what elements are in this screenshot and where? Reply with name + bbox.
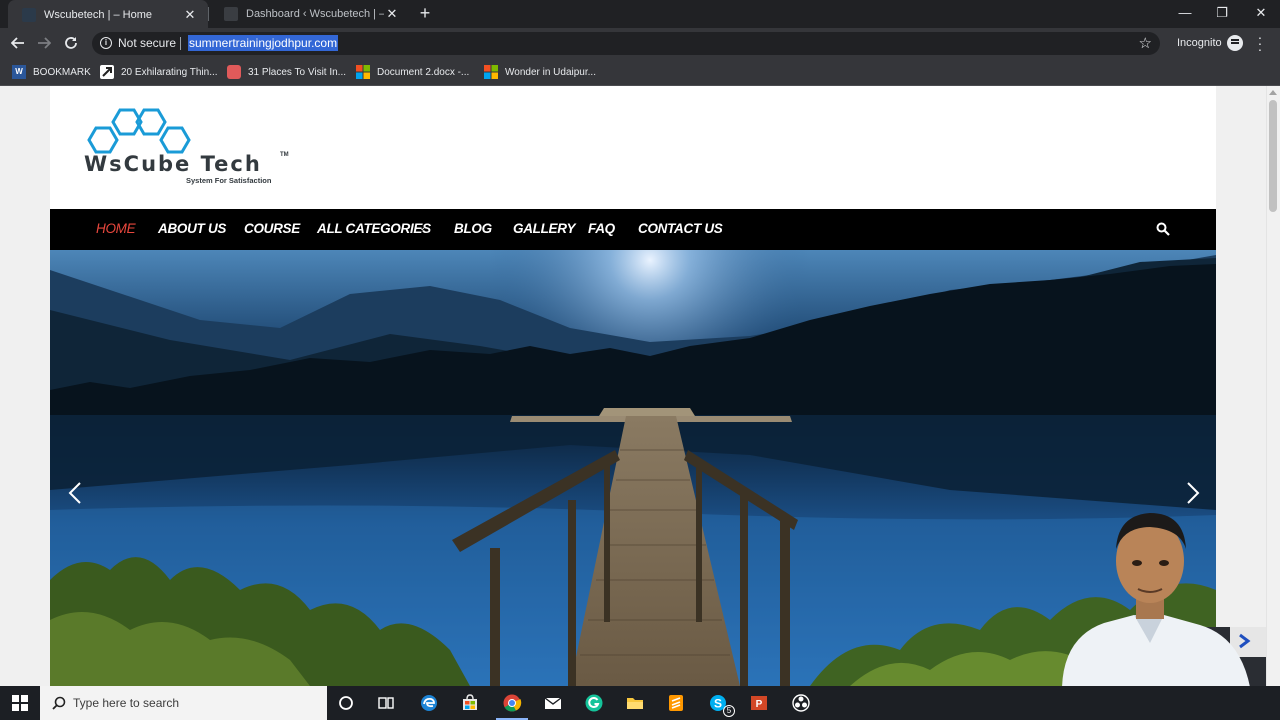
reload-button[interactable]	[60, 32, 82, 54]
nav-blog[interactable]: BLOG	[454, 221, 492, 236]
website: WsCube Tech TM System For Satisfaction H…	[50, 86, 1216, 686]
taskbar-search-box[interactable]: Type here to search	[40, 686, 327, 720]
incognito-icon[interactable]	[1227, 35, 1243, 51]
close-window-button[interactable]: ✕	[1242, 0, 1280, 28]
logo-tagline: System For Satisfaction	[186, 176, 272, 185]
url-text[interactable]: summertrainingjodhpur.com	[188, 35, 339, 51]
back-button[interactable]	[7, 32, 29, 54]
search-icon[interactable]	[1156, 222, 1170, 236]
bookmark-label: BOOKMARK	[33, 66, 91, 78]
nav-all-categories[interactable]: ALL CATEGORIES	[317, 221, 431, 236]
previous-slide-icon[interactable]	[66, 478, 86, 508]
ms-office-favicon-icon	[356, 65, 370, 79]
address-bar[interactable]: i Not secure summertrainingjodhpur.com ☆	[92, 32, 1160, 55]
scroll-up-arrow-icon[interactable]	[1269, 90, 1277, 95]
close-tab-icon[interactable]: ✕	[182, 7, 198, 23]
bookmark-label: 31 Places To Visit In...	[248, 66, 347, 78]
presenter-photo	[1062, 513, 1266, 687]
nav-contact-us[interactable]: CONTACT US	[638, 221, 723, 236]
main-navigation: HOME ABOUT US COURSE ALL CATEGORIES ⌄ BL…	[50, 209, 1216, 250]
ms-office-favicon-icon	[484, 65, 498, 79]
powerpoint-icon[interactable]: P	[749, 693, 769, 713]
lake-dock-photo	[50, 250, 1216, 686]
scroll-thumb[interactable]	[1269, 100, 1277, 212]
arrow-favicon-icon	[100, 65, 114, 79]
tab-title: Wscubetech | – Home	[44, 8, 153, 21]
logo-wordmark: WsCube Tech	[84, 152, 262, 176]
page-scrollbar[interactable]	[1266, 86, 1280, 686]
bookmark-label: Document 2.docx -...	[377, 66, 470, 78]
obs-studio-icon[interactable]	[791, 693, 811, 713]
bookmark-star-icon[interactable]: ☆	[1139, 34, 1152, 52]
start-button[interactable]	[0, 686, 40, 720]
info-icon[interactable]: i	[100, 37, 112, 49]
nav-faq[interactable]: FAQ	[588, 221, 615, 236]
back-arrow-icon	[10, 37, 24, 49]
restore-button[interactable]: ❐	[1203, 0, 1241, 28]
edge-browser-icon[interactable]	[419, 693, 439, 713]
tab-dashboard[interactable]: Dashboard ‹ Wscubetech | — W ✕	[210, 0, 410, 28]
word-icon: W	[12, 65, 26, 79]
bookmark-label: Wonder in Udaipur...	[505, 66, 596, 78]
chrome-icon[interactable]	[502, 693, 522, 713]
incognito-label[interactable]: Incognito	[1177, 37, 1222, 49]
nav-course[interactable]: COURSE	[244, 221, 300, 236]
security-status[interactable]: Not secure	[118, 36, 176, 50]
tab-title: Dashboard ‹ Wscubetech | — W	[246, 8, 384, 20]
skype-badge: 5	[723, 705, 735, 717]
bookmark-item[interactable]: W BOOKMARK	[12, 64, 91, 80]
forward-arrow-icon	[38, 37, 52, 49]
windows-taskbar: Type here to search S 5 P	[0, 686, 1280, 720]
close-tab-icon[interactable]: ✕	[384, 6, 400, 22]
microsoft-store-icon[interactable]	[460, 693, 480, 713]
windows-logo-icon	[12, 695, 28, 711]
grammarly-icon[interactable]	[584, 693, 604, 713]
site-logo[interactable]: WsCube Tech TM System For Satisfaction	[82, 108, 292, 188]
bookmark-label: 20 Exhilarating Thin...	[121, 66, 218, 78]
browser-toolbar: i Not secure summertrainingjodhpur.com ☆	[0, 28, 1280, 58]
tab-strip: Wscubetech | – Home ✕ Dashboard ‹ Wscube…	[0, 0, 1280, 29]
browser-menu-icon[interactable]: · · ·	[1255, 30, 1265, 56]
bookmark-item[interactable]: 20 Exhilarating Thin...	[100, 64, 218, 80]
tab-divider	[208, 7, 209, 21]
hero-slider[interactable]	[50, 250, 1216, 686]
forward-button[interactable]	[33, 32, 55, 54]
svg-text:S: S	[714, 697, 722, 711]
svg-text:P: P	[756, 699, 763, 710]
nav-about-us[interactable]: ABOUT US	[158, 221, 226, 236]
bookmark-item[interactable]: Wonder in Udaipur...	[484, 64, 596, 80]
hexagon-logo-icon	[87, 108, 191, 154]
new-tab-button[interactable]: +	[416, 3, 434, 25]
reload-icon	[65, 37, 77, 49]
omnibox-divider	[180, 37, 181, 50]
wordpress-favicon-icon	[224, 7, 238, 21]
cortana-icon[interactable]	[336, 693, 356, 713]
minimize-button[interactable]: —	[1166, 0, 1204, 28]
mail-icon[interactable]	[543, 693, 563, 713]
file-explorer-icon[interactable]	[625, 693, 645, 713]
task-view-icon[interactable]	[376, 693, 396, 713]
nav-gallery[interactable]: GALLERY	[513, 221, 575, 236]
bookmark-item[interactable]: Document 2.docx -...	[356, 64, 469, 80]
nav-home[interactable]: HOME	[96, 221, 136, 236]
taskbar-search-placeholder: Type here to search	[73, 696, 180, 710]
bookmark-item[interactable]: 31 Places To Visit In...	[227, 64, 346, 80]
chevron-down-icon[interactable]: ⌄	[418, 222, 426, 233]
search-icon	[52, 696, 66, 710]
site-favicon-icon	[22, 7, 36, 22]
logo-trademark: TM	[280, 152, 289, 158]
red-favicon-icon	[227, 65, 241, 79]
sublime-text-icon[interactable]	[666, 693, 686, 713]
tab-wscubetech-home[interactable]: Wscubetech | – Home ✕	[8, 0, 208, 29]
bookmarks-bar: W BOOKMARK 20 Exhilarating Thin... 31 Pl…	[0, 58, 1280, 86]
presenter-webcam	[1054, 497, 1266, 687]
